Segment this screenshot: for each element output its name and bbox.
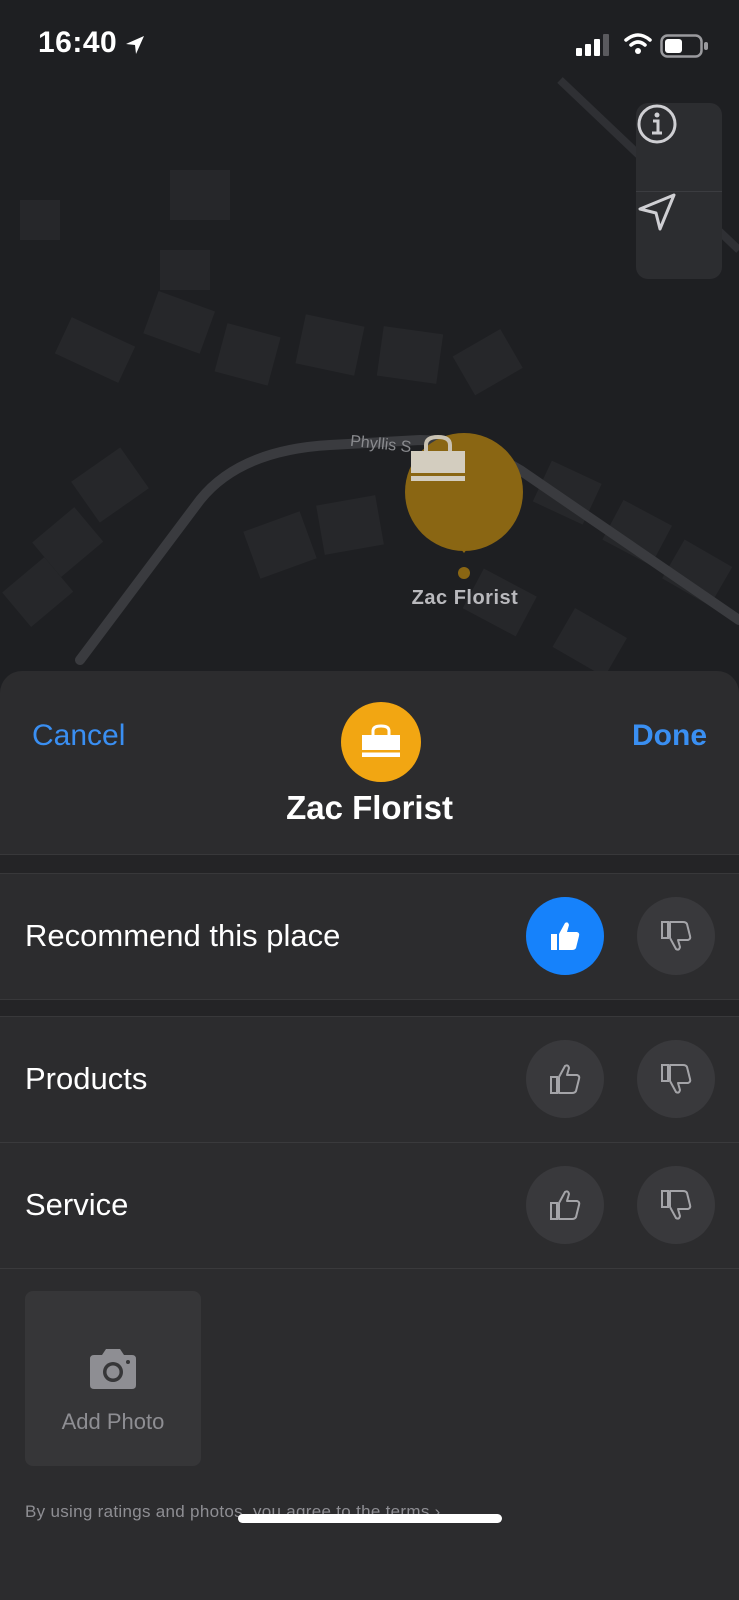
location-arrow-icon bbox=[638, 193, 676, 231]
thumbs-down-button[interactable] bbox=[637, 1166, 715, 1244]
thumbs-up-button[interactable] bbox=[526, 1040, 604, 1118]
home-indicator[interactable] bbox=[238, 1514, 502, 1523]
rating-label: Products bbox=[25, 1061, 148, 1096]
shopping-bag-icon bbox=[362, 724, 400, 757]
pin-label[interactable]: Zac Florist bbox=[380, 587, 550, 610]
pin-tail bbox=[456, 543, 472, 553]
rating-row-service: Service bbox=[0, 1142, 739, 1269]
thumbs-up-icon bbox=[550, 1064, 581, 1094]
status-time: 16:40 bbox=[38, 26, 118, 59]
rating-label: Recommend this place bbox=[25, 918, 341, 953]
rating-row-recommend: Recommend this place bbox=[0, 873, 739, 999]
info-button[interactable] bbox=[636, 103, 722, 192]
rating-sheet: Cancel Done Zac Florist Recommend this p… bbox=[0, 671, 739, 1600]
thumbs-down-icon bbox=[661, 1190, 692, 1220]
place-pin[interactable] bbox=[405, 433, 523, 553]
location-services-icon bbox=[126, 36, 144, 54]
battery-icon bbox=[660, 34, 708, 58]
thumbs-up-icon bbox=[550, 1190, 581, 1220]
info-icon bbox=[637, 104, 677, 144]
section-divider bbox=[0, 999, 739, 1017]
place-icon-badge bbox=[341, 702, 421, 782]
map-roads bbox=[2, 77, 739, 677]
thumbs-down-icon bbox=[661, 921, 692, 951]
place-title: Zac Florist bbox=[286, 789, 453, 826]
sheet-header: Cancel Done Zac Florist bbox=[0, 671, 739, 854]
map-view[interactable]: Phyllis S Zac Florist bbox=[0, 0, 739, 700]
thumbs-down-button[interactable] bbox=[637, 1040, 715, 1118]
add-photo-label: Add Photo bbox=[61, 1409, 165, 1434]
done-button[interactable]: Done bbox=[632, 719, 707, 753]
rating-label: Service bbox=[25, 1187, 129, 1222]
thumbs-up-button[interactable] bbox=[526, 1166, 604, 1244]
pin-dot bbox=[458, 567, 470, 579]
wifi-icon bbox=[624, 33, 652, 54]
thumbs-down-button[interactable] bbox=[637, 897, 715, 975]
section-divider bbox=[0, 854, 739, 874]
thumbs-down-icon bbox=[661, 1064, 692, 1094]
thumbs-up-button[interactable] bbox=[526, 897, 604, 975]
cancel-button[interactable]: Cancel bbox=[32, 719, 125, 753]
cellular-signal-icon bbox=[576, 34, 609, 56]
thumbs-up-icon bbox=[551, 922, 580, 950]
status-bar: 16:40 bbox=[0, 0, 739, 95]
location-button[interactable] bbox=[636, 191, 722, 279]
pin-circle bbox=[405, 433, 523, 551]
map-controls bbox=[636, 103, 722, 279]
add-photo-button[interactable]: Add Photo bbox=[25, 1291, 201, 1466]
camera-icon bbox=[90, 1349, 136, 1389]
shopping-bag-icon bbox=[411, 434, 465, 481]
rating-row-products: Products bbox=[0, 1016, 739, 1143]
